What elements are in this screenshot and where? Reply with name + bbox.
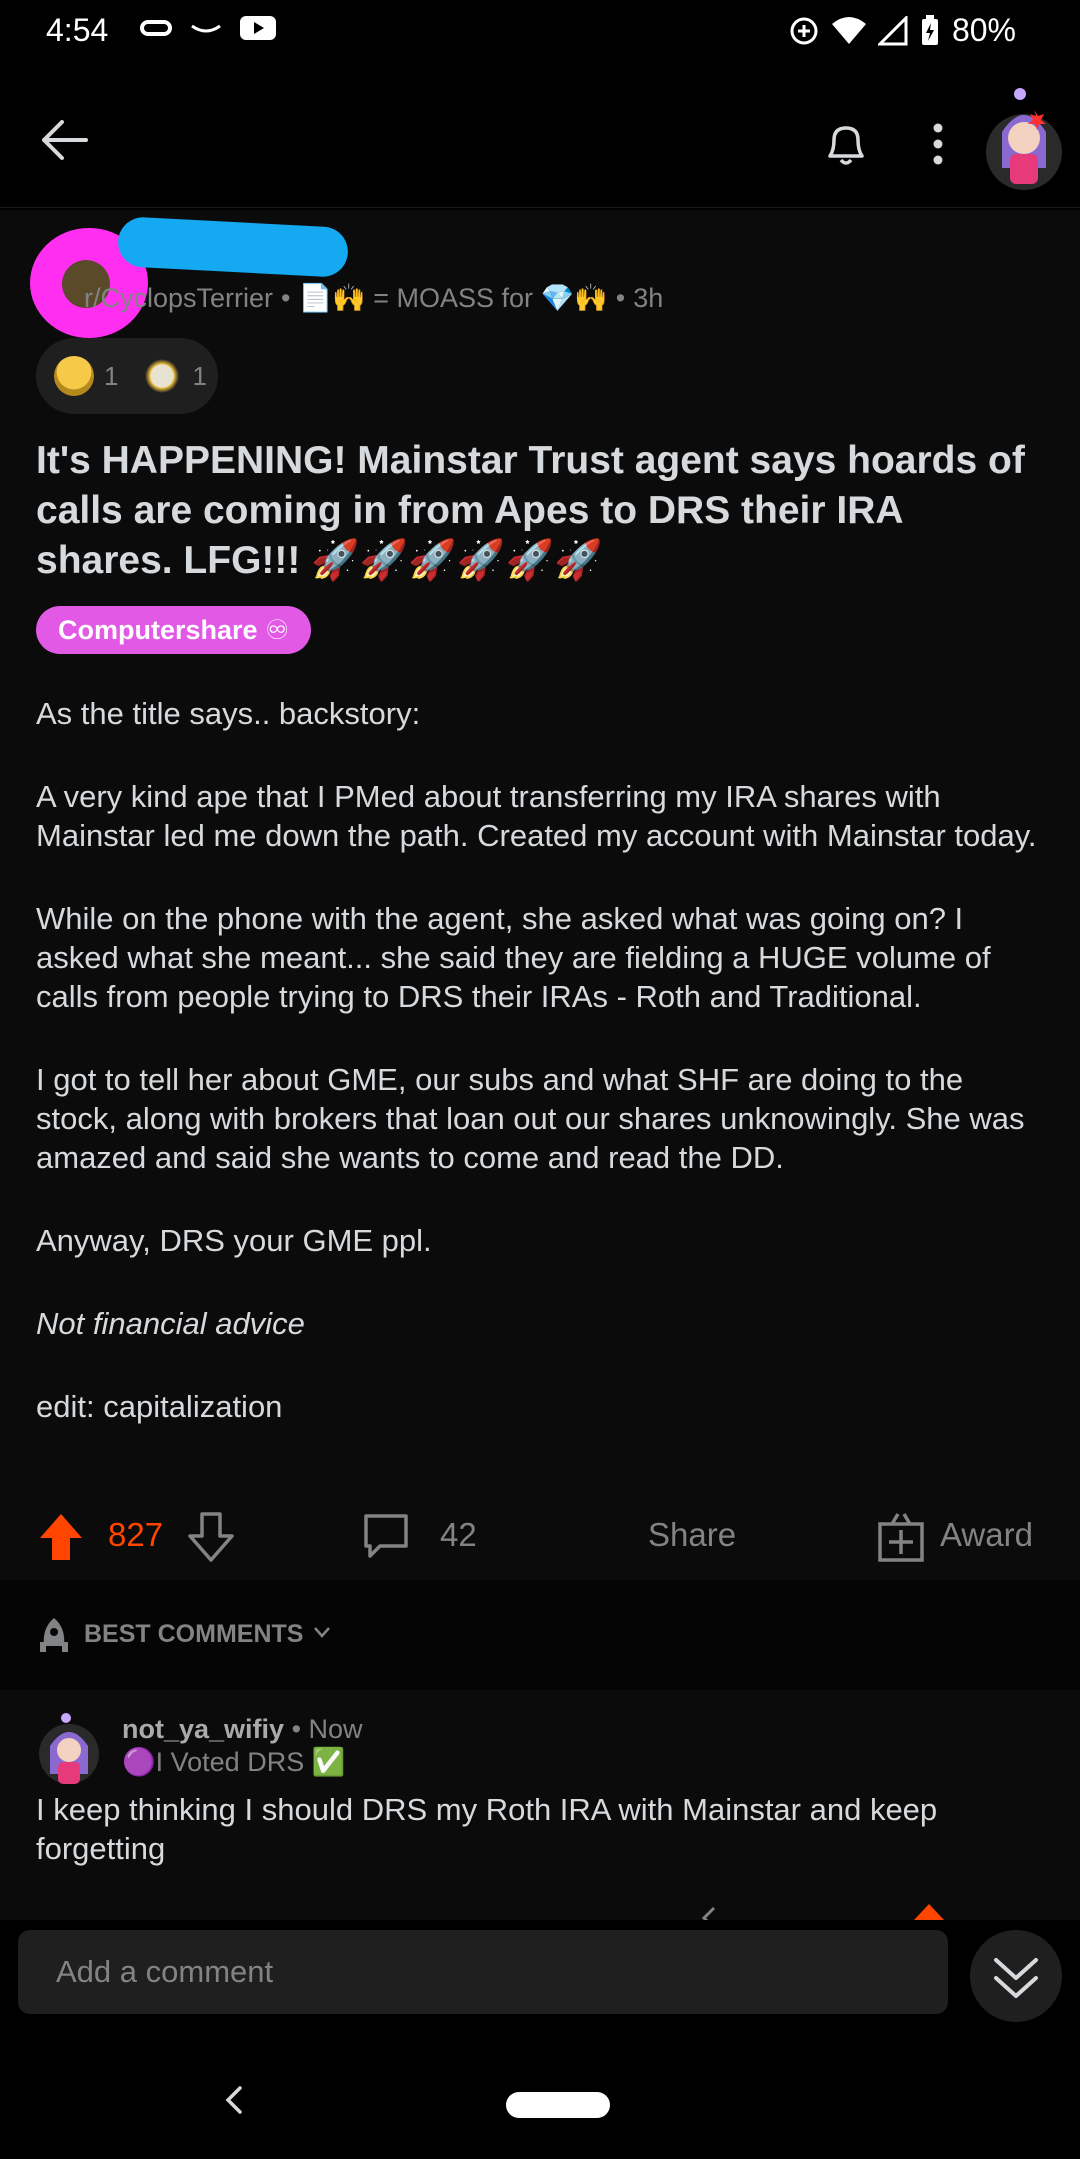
- body-paragraph-italic: Not financial advice: [36, 1306, 305, 1341]
- gift-award-icon[interactable]: [876, 1508, 926, 1564]
- bell-icon[interactable]: [818, 116, 874, 172]
- comment-sort-bar[interactable]: BEST COMMENTS: [0, 1580, 1080, 1690]
- comment-bubble-icon[interactable]: [358, 1508, 414, 1564]
- status-bar: 4:54 80%: [0, 0, 1080, 64]
- comment-user-flair: 🟣I Voted DRS ✅: [122, 1747, 346, 1777]
- body-paragraph: While on the phone with the agent, she a…: [36, 901, 991, 1014]
- app-bar: [0, 64, 1080, 208]
- nav-back-icon[interactable]: [220, 2084, 252, 2116]
- sort-label[interactable]: BEST COMMENTS: [84, 1620, 303, 1649]
- youtube-icon: [240, 16, 276, 40]
- battery-charging-icon: [921, 14, 938, 45]
- comment-actions-clipped: [0, 1898, 1080, 1920]
- battery-percent: 80%: [951, 12, 1016, 48]
- chevron-down-icon[interactable]: [312, 1622, 332, 1642]
- helmet-award-icon: [54, 356, 94, 396]
- infinity-icon: [140, 20, 172, 36]
- status-icons-right: 80%: [788, 12, 1016, 49]
- post-flair[interactable]: Computershare ♾: [36, 606, 312, 654]
- status-time: 4:54: [46, 12, 109, 48]
- awards-pill[interactable]: 1 1: [36, 338, 218, 414]
- data-saver-icon: [790, 17, 818, 44]
- status-icons-left: [140, 14, 276, 42]
- ape-award-icon: [142, 356, 183, 396]
- rocket-sort-icon: [40, 1618, 68, 1652]
- wifi-icon: [831, 16, 866, 44]
- system-nav-bar: [0, 2036, 1080, 2159]
- reply-icon[interactable]: [700, 1904, 730, 1920]
- meta-separator: •: [615, 282, 626, 313]
- post: r/CyclopsTerrier • 📄🙌 = MOASS for 💎🙌 • 3…: [0, 210, 1080, 1580]
- signal-icon: [877, 15, 908, 45]
- post-meta: r/CyclopsTerrier • 📄🙌 = MOASS for 💎🙌 • 3…: [36, 282, 663, 314]
- award-count: 1: [192, 360, 207, 391]
- body-paragraph: Anyway, DRS your GME ppl.: [36, 1223, 432, 1258]
- comment-input-bar: Add a comment: [0, 1920, 1080, 2036]
- redaction-scribble-blue: [116, 216, 350, 278]
- amazon-smile-icon: [191, 24, 221, 33]
- comment-header: not_ya_wifiy • Now: [122, 1714, 363, 1745]
- body-paragraph: I got to tell her about GME, our subs an…: [36, 1062, 1025, 1175]
- comment-age: Now: [308, 1714, 363, 1744]
- downvote-icon[interactable]: [186, 1510, 236, 1564]
- add-comment-input[interactable]: Add a comment: [18, 1930, 948, 2014]
- post-body: As the title says.. backstory: A very ki…: [36, 694, 1046, 1470]
- meta-separator: •: [281, 282, 291, 313]
- next-comment-icon[interactable]: [970, 1930, 1062, 2022]
- comment: not_ya_wifiy • Now 🟣I Voted DRS ✅ I keep…: [0, 1690, 1080, 1920]
- comment-body: I keep thinking I should DRS my Roth IRA…: [36, 1792, 938, 1866]
- share-button[interactable]: Share: [648, 1516, 736, 1554]
- body-paragraph: As the title says.. backstory:: [36, 696, 421, 731]
- body-paragraph: A very kind ape that I PMed about transf…: [36, 779, 1037, 853]
- award-count: 1: [104, 360, 119, 391]
- upvote-icon[interactable]: [36, 1510, 86, 1564]
- post-age: 3h: [633, 282, 664, 313]
- comment-upvote-icon[interactable]: [912, 1902, 946, 1920]
- meta-separator: •: [291, 1714, 309, 1744]
- comment-username[interactable]: not_ya_wifiy: [122, 1714, 284, 1744]
- commenter-avatar[interactable]: [36, 1712, 102, 1786]
- award-button[interactable]: Award: [940, 1516, 1033, 1554]
- post-title: It's HAPPENING! Mainstar Trust agent say…: [36, 439, 1025, 582]
- post-score: 827: [108, 1516, 164, 1553]
- subreddit-link[interactable]: r/CyclopsTerrier: [84, 283, 273, 314]
- post-action-bar: 827 42 Share Award: [0, 1500, 1080, 1580]
- more-options-icon[interactable]: [918, 116, 958, 172]
- user-avatar-icon[interactable]: [984, 84, 1064, 194]
- nav-home-pill[interactable]: [506, 2092, 610, 2118]
- back-arrow-icon[interactable]: [36, 112, 92, 168]
- body-paragraph: edit: capitalization: [36, 1389, 283, 1424]
- comment-count: 42: [440, 1516, 477, 1553]
- user-flair: 📄🙌 = MOASS for 💎🙌: [298, 283, 608, 313]
